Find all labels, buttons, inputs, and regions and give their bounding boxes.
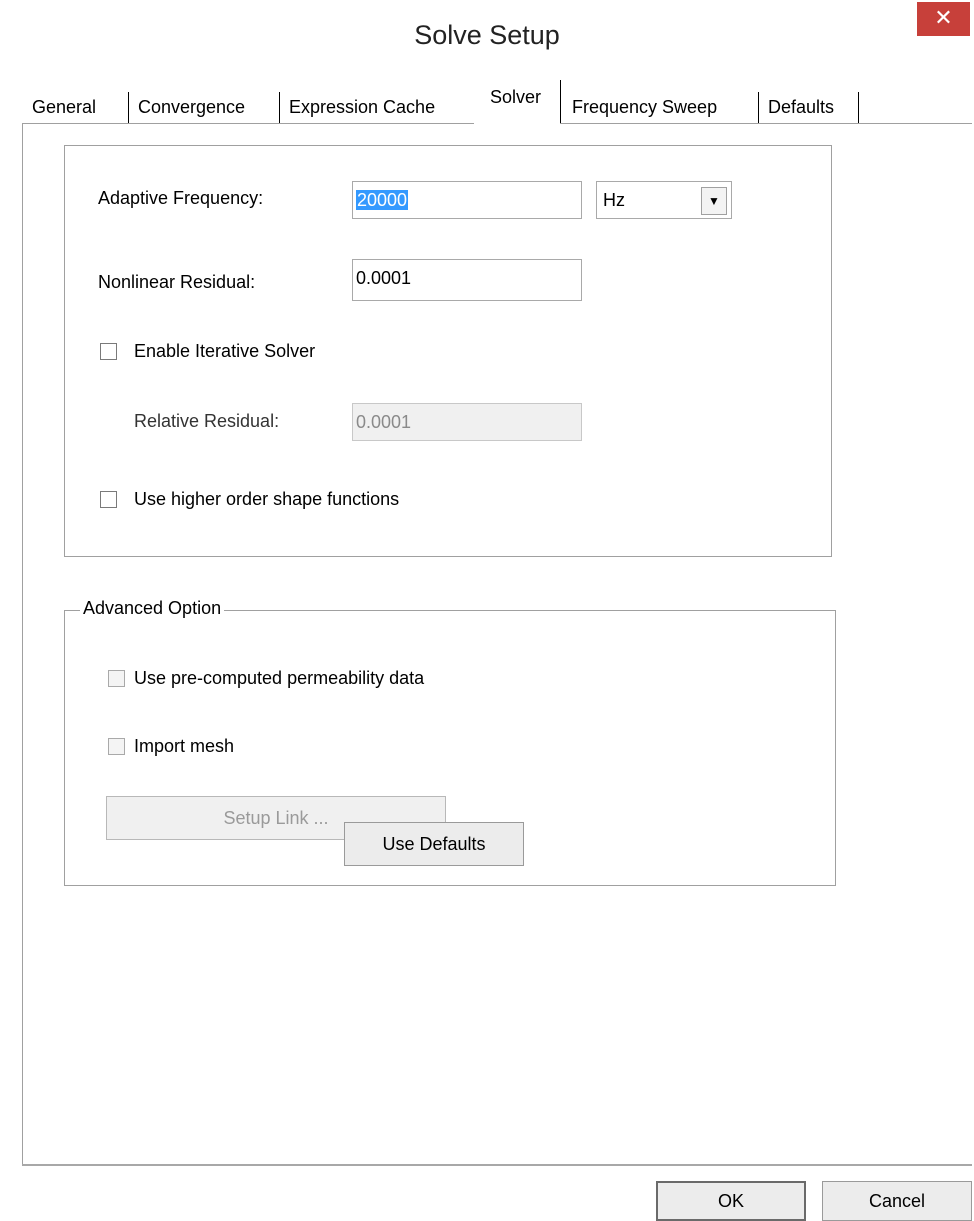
precomputed-permeability-checkbox[interactable] <box>108 670 125 687</box>
nonlinear-residual-input[interactable]: 0.0001 <box>352 259 582 301</box>
window-title: Solve Setup <box>414 20 560 50</box>
import-mesh-label: Import mesh <box>134 736 235 756</box>
nonlinear-residual-label: Nonlinear Residual: <box>98 272 256 292</box>
tab-divider <box>128 92 129 124</box>
import-mesh-checkbox[interactable] <box>108 738 125 755</box>
tab-expression-cache[interactable]: Expression Cache <box>287 90 437 124</box>
cancel-button[interactable]: Cancel <box>822 1181 972 1221</box>
tab-convergence[interactable]: Convergence <box>136 90 247 124</box>
title-bar: Solve Setup ✕ <box>0 0 974 70</box>
tab-panel-border-top-right <box>560 123 972 124</box>
relative-residual-label: Relative Residual: <box>134 411 280 431</box>
precomputed-permeability-label: Use pre-computed permeability data <box>134 668 425 688</box>
higher-order-shape-checkbox[interactable] <box>100 491 117 508</box>
use-defaults-button[interactable]: Use Defaults <box>344 822 524 866</box>
relative-residual-input[interactable]: 0.0001 <box>352 403 582 441</box>
advanced-option-legend: Advanced Option <box>80 598 225 619</box>
close-icon[interactable]: ✕ <box>917 2 970 36</box>
tab-frequency-sweep[interactable]: Frequency Sweep <box>570 90 719 124</box>
tab-divider <box>858 92 859 124</box>
tab-divider <box>758 92 759 124</box>
tab-panel-border-top-left <box>22 123 474 124</box>
adaptive-frequency-value: 20000 <box>356 190 409 210</box>
tab-divider <box>279 92 280 124</box>
tab-divider <box>560 80 561 124</box>
adaptive-frequency-input[interactable]: 20000 <box>352 181 582 219</box>
frequency-unit-value: Hz <box>603 190 625 210</box>
tab-panel-border-bottom <box>22 1164 972 1166</box>
enable-iterative-solver-label: Enable Iterative Solver <box>134 341 316 361</box>
ok-button[interactable]: OK <box>656 1181 806 1221</box>
tab-solver[interactable]: Solver <box>488 80 543 114</box>
frequency-unit-select[interactable]: Hz ▼ <box>596 181 732 219</box>
tab-general[interactable]: General <box>30 90 98 124</box>
tab-panel-border-left <box>22 123 23 1165</box>
enable-iterative-solver-checkbox[interactable] <box>100 343 117 360</box>
tab-defaults[interactable]: Defaults <box>766 90 836 124</box>
chevron-down-icon[interactable]: ▼ <box>701 187 727 215</box>
adaptive-frequency-label: Adaptive Frequency: <box>98 188 264 208</box>
higher-order-shape-label: Use higher order shape functions <box>134 489 400 509</box>
tab-strip: General Convergence Expression Cache Sol… <box>22 80 882 126</box>
